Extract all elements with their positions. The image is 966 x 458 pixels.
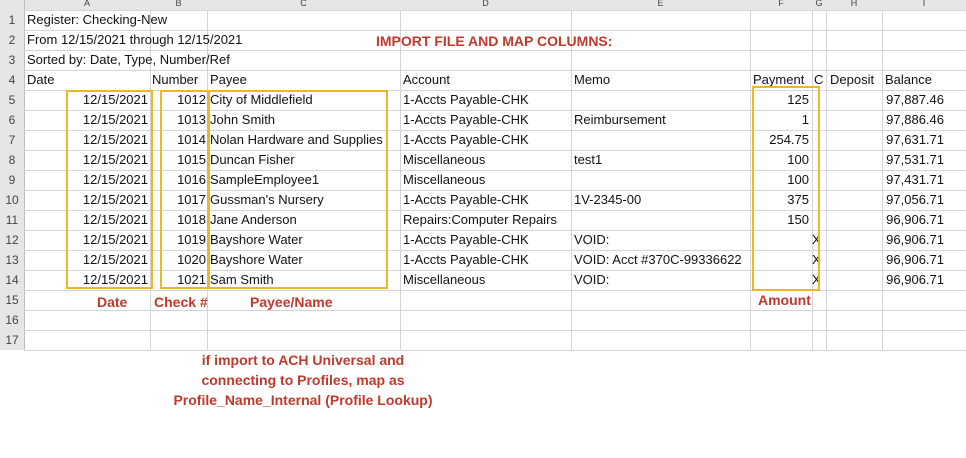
cell-balance[interactable]: 97,431.71 — [882, 170, 944, 190]
cell-account[interactable]: Repairs:Computer Repairs — [403, 210, 568, 230]
row-gridline — [24, 310, 966, 311]
row-header[interactable]: 5 — [0, 90, 25, 110]
header-payee[interactable]: Payee — [210, 70, 390, 90]
payee-map-label: Payee/Name — [250, 294, 333, 310]
cell-memo[interactable] — [574, 130, 748, 150]
row-header[interactable]: 14 — [0, 270, 25, 290]
note-line-1: if import to ACH Universal and — [201, 352, 405, 368]
number-column-highlight — [160, 90, 209, 289]
row-header[interactable]: 2 — [0, 30, 25, 50]
row-header[interactable]: 8 — [0, 150, 25, 170]
cell-account[interactable]: 1-Accts Payable-CHK — [403, 190, 568, 210]
cell-balance[interactable]: 97,631.71 — [882, 130, 944, 150]
row-gridline — [24, 330, 966, 331]
cell-account[interactable]: 1-Accts Payable-CHK — [403, 110, 568, 130]
register-title-cell[interactable]: Register: Checking-New — [27, 10, 327, 30]
header-account[interactable]: Account — [403, 70, 563, 90]
cell-memo[interactable]: VOID: — [574, 230, 748, 250]
row-gridline — [24, 290, 966, 291]
row-header[interactable]: 7 — [0, 130, 25, 150]
row-header[interactable]: 1 — [0, 10, 25, 30]
cell-balance[interactable]: 96,906.71 — [882, 210, 944, 230]
row-header[interactable]: 3 — [0, 50, 25, 70]
cell-memo[interactable]: test1 — [574, 150, 748, 170]
cell-account[interactable]: 1-Accts Payable-CHK — [403, 250, 568, 270]
cell-account[interactable]: 1-Accts Payable-CHK — [403, 90, 568, 110]
cell-account[interactable]: Miscellaneous — [403, 270, 568, 290]
note-line-2: connecting to Profiles, map as — [201, 372, 405, 388]
sorted-by-cell[interactable]: Sorted by: Date, Type, Number/Ref — [27, 50, 327, 70]
header-balance[interactable]: Balance — [885, 70, 960, 90]
row-header[interactable]: 15 — [0, 290, 25, 310]
header-number[interactable]: Number — [152, 70, 207, 90]
cell-memo[interactable]: VOID: Acct #370C-99336622 — [574, 250, 748, 270]
cell-account[interactable]: Miscellaneous — [403, 170, 568, 190]
cell-memo[interactable]: VOID: — [574, 270, 748, 290]
cell-balance[interactable]: 97,056.71 — [882, 190, 944, 210]
cell-balance[interactable]: 96,906.71 — [882, 230, 944, 250]
date-range-cell[interactable]: From 12/15/2021 through 12/15/2021 — [27, 30, 327, 50]
header-memo[interactable]: Memo — [574, 70, 744, 90]
row-header[interactable]: 17 — [0, 330, 25, 350]
check-map-label: Check # — [154, 294, 208, 310]
import-title: IMPORT FILE AND MAP COLUMNS: — [376, 33, 613, 49]
date-map-label: Date — [97, 294, 128, 310]
cell-balance[interactable]: 97,886.46 — [882, 110, 944, 130]
cell-memo[interactable] — [574, 90, 748, 110]
payee-column-highlight — [208, 90, 388, 289]
cell-balance[interactable]: 96,906.71 — [882, 250, 944, 270]
header-deposit[interactable]: Deposit — [830, 70, 882, 90]
cell-memo[interactable]: 1V-2345-00 — [574, 190, 748, 210]
cell-memo[interactable] — [574, 170, 748, 190]
corner-select-all[interactable] — [0, 0, 25, 10]
row-header[interactable]: 6 — [0, 110, 25, 130]
profile-mapping-note: if import to ACH Universal and connectin… — [150, 350, 456, 410]
cell-account[interactable]: Miscellaneous — [403, 150, 568, 170]
cell-account[interactable]: 1-Accts Payable-CHK — [403, 130, 568, 150]
column-gridline — [400, 10, 401, 350]
column-gridline — [750, 10, 751, 350]
cell-memo[interactable] — [574, 210, 748, 230]
row-header[interactable]: 9 — [0, 170, 25, 190]
cell-balance[interactable]: 97,887.46 — [882, 90, 944, 110]
column-gridline — [571, 10, 572, 350]
date-column-highlight — [66, 90, 153, 289]
payment-column-highlight — [752, 86, 820, 291]
column-gridline — [826, 10, 827, 350]
row-header[interactable]: 4 — [0, 70, 25, 90]
row-header[interactable]: 11 — [0, 210, 25, 230]
note-line-3: Profile_Name_Internal (Profile Lookup) — [173, 392, 433, 408]
row-header[interactable]: 10 — [0, 190, 25, 210]
amount-map-label: Amount — [758, 292, 811, 308]
header-date[interactable]: Date — [27, 70, 127, 90]
row-header[interactable]: 13 — [0, 250, 25, 270]
cell-account[interactable]: 1-Accts Payable-CHK — [403, 230, 568, 250]
cell-memo[interactable]: Reimbursement — [574, 110, 748, 130]
cell-balance[interactable]: 96,906.71 — [882, 270, 944, 290]
cell-balance[interactable]: 97,531.71 — [882, 150, 944, 170]
row-header[interactable]: 16 — [0, 310, 25, 330]
row-header[interactable]: 12 — [0, 230, 25, 250]
